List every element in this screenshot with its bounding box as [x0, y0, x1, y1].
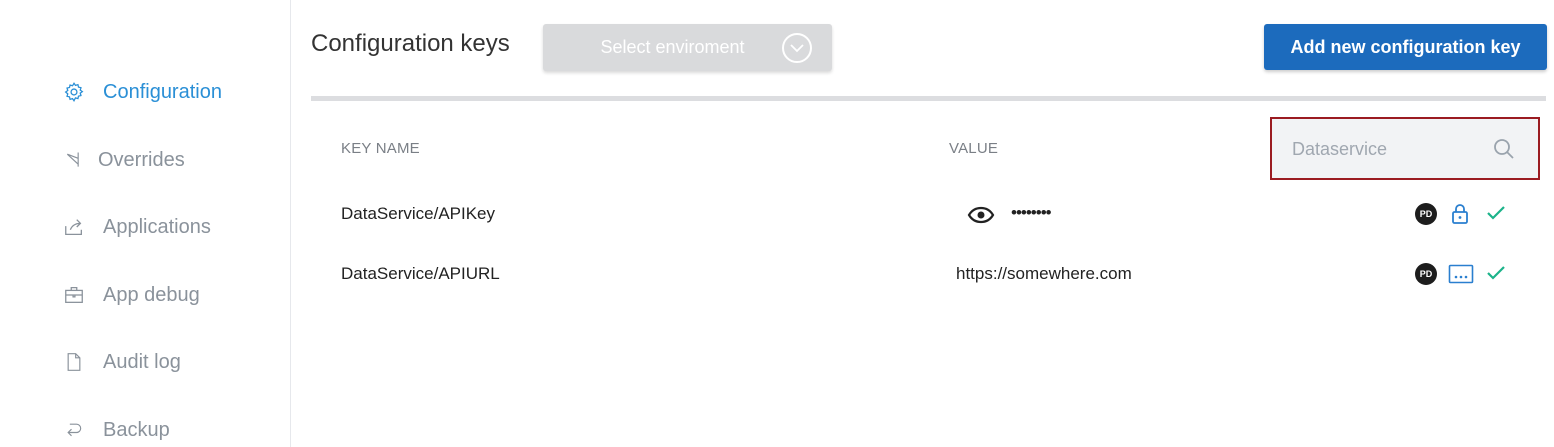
sidebar-item-label: Configuration — [103, 80, 222, 103]
sidebar-item-label: Applications — [103, 215, 211, 238]
add-configuration-key-button[interactable]: Add new configuration key — [1264, 24, 1547, 70]
search-input[interactable] — [1292, 137, 1492, 161]
header-divider — [311, 96, 1546, 101]
sidebar-item-configuration[interactable]: Configuration — [62, 77, 222, 107]
page-title: Configuration keys — [311, 30, 510, 57]
sidebar-item-backup[interactable]: Backup — [62, 415, 170, 445]
row-key-name: DataService/APIKey — [341, 204, 496, 223]
eye-icon[interactable] — [966, 204, 996, 226]
sidebar-item-label: Backup — [103, 418, 170, 441]
chevron-down-icon — [782, 33, 812, 63]
sidebar-item-label: Audit log — [103, 350, 181, 373]
avatar: PD — [1415, 203, 1437, 225]
flag-icon — [62, 148, 86, 172]
lock-icon[interactable] — [1449, 202, 1471, 226]
row-value: https://somewhere.com — [956, 264, 1132, 283]
check-icon[interactable] — [1485, 203, 1507, 223]
column-header-key-name: KEY NAME — [341, 140, 420, 157]
masked-value: •••••••• — [1011, 203, 1052, 222]
sidebar-item-app-debug[interactable]: App debug — [62, 280, 200, 310]
sidebar-item-applications[interactable]: Applications — [62, 212, 211, 242]
return-arrow-icon — [62, 418, 86, 442]
column-header-value: VALUE — [949, 140, 999, 157]
sidebar-item-overrides[interactable]: Overrides — [62, 145, 185, 175]
gear-icon — [62, 80, 86, 104]
avatar: PD — [1415, 263, 1437, 285]
row-key-name: DataService/APIURL — [341, 264, 500, 283]
share-icon — [62, 215, 86, 239]
sidebar-item-label: App debug — [103, 283, 200, 306]
sidebar-item-label: Overrides — [98, 148, 185, 171]
briefcase-icon — [62, 283, 86, 307]
document-icon — [62, 350, 86, 374]
environment-select-label: Select enviroment — [600, 37, 745, 57]
environment-select[interactable]: Select enviroment — [543, 24, 832, 71]
more-icon[interactable] — [1448, 262, 1474, 286]
search-icon[interactable] — [1492, 137, 1516, 166]
sidebar-item-audit-log[interactable]: Audit log — [62, 347, 181, 377]
sidebar: Configuration Overrides Applications App… — [0, 0, 291, 447]
check-icon[interactable] — [1485, 263, 1507, 283]
search-box — [1270, 117, 1540, 180]
